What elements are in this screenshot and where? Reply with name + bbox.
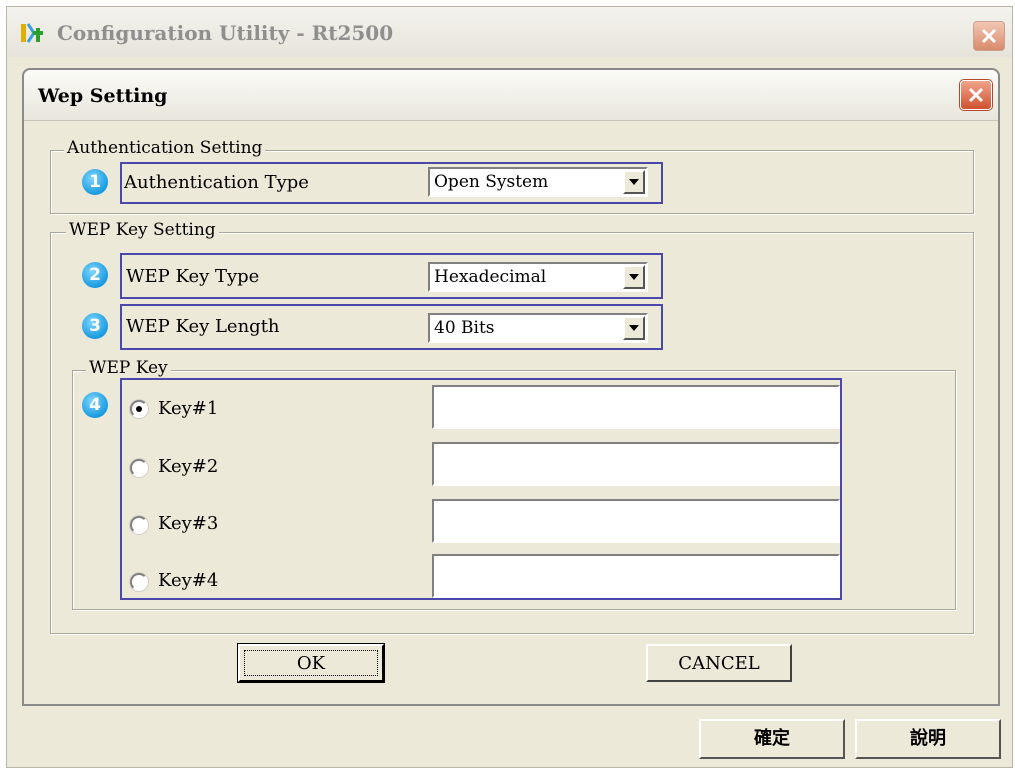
- wep-key-length-value: 40 Bits: [434, 318, 495, 338]
- help-button[interactable]: 說明: [855, 719, 1001, 759]
- key4-input[interactable]: [432, 554, 840, 598]
- chevron-down-icon: [629, 274, 639, 280]
- cancel-button-label: CANCEL: [678, 653, 760, 674]
- close-icon: [968, 87, 984, 103]
- wep-key-type-dropdown-button[interactable]: [623, 265, 645, 289]
- chevron-down-icon: [629, 179, 639, 185]
- dialog-close-button[interactable]: [960, 80, 992, 110]
- authentication-type-select[interactable]: Open System: [428, 167, 648, 197]
- key2-label: Key#2: [158, 456, 219, 477]
- key1-label: Key#1: [158, 398, 219, 419]
- app-icon: [21, 23, 43, 43]
- authentication-type-value: Open System: [434, 172, 549, 192]
- callout-badge-2: 2: [82, 262, 108, 288]
- radio-selected-dot: [136, 406, 142, 412]
- wep-key-length-select[interactable]: 40 Bits: [428, 313, 648, 343]
- ok-button-label: OK: [296, 653, 326, 674]
- outer-titlebar: Configuration Utility - Rt2500: [7, 7, 1012, 57]
- key1-input[interactable]: [432, 385, 840, 429]
- wep-setting-dialog: Wep Setting Authentication Setting 1 Aut…: [22, 68, 1000, 706]
- key3-input[interactable]: [432, 499, 840, 543]
- wep-key-type-label: WEP Key Type: [126, 266, 260, 287]
- wep-key-group-label: WEP Key: [86, 358, 171, 378]
- authentication-setting-label: Authentication Setting: [64, 138, 266, 158]
- wep-key-type-value: Hexadecimal: [434, 267, 547, 287]
- authentication-type-dropdown-button[interactable]: [623, 170, 645, 194]
- wep-key-length-dropdown-button[interactable]: [623, 316, 645, 340]
- key2-input[interactable]: [432, 442, 840, 486]
- wep-key-length-label: WEP Key Length: [126, 316, 280, 337]
- cancel-button[interactable]: CANCEL: [646, 644, 792, 682]
- key2-radio[interactable]: [130, 459, 148, 477]
- callout-badge-3: 3: [82, 313, 108, 339]
- wep-key-type-select[interactable]: Hexadecimal: [428, 262, 648, 292]
- outer-close-button[interactable]: [973, 21, 1005, 51]
- confirm-button[interactable]: 確定: [699, 719, 845, 759]
- key3-radio[interactable]: [130, 516, 148, 534]
- key4-radio[interactable]: [130, 573, 148, 591]
- outer-window-title: Configuration Utility - Rt2500: [57, 21, 394, 45]
- key4-label: Key#4: [158, 570, 219, 591]
- key1-radio[interactable]: [130, 400, 148, 418]
- ok-button[interactable]: OK: [238, 644, 384, 682]
- close-icon: [981, 28, 997, 44]
- wep-key-setting-label: WEP Key Setting: [66, 220, 219, 240]
- callout-badge-1: 1: [82, 169, 108, 195]
- callout-badge-4: 4: [82, 392, 108, 418]
- dialog-title: Wep Setting: [38, 85, 168, 107]
- key3-label: Key#3: [158, 513, 219, 534]
- chevron-down-icon: [629, 325, 639, 331]
- dialog-titlebar: Wep Setting: [24, 70, 998, 121]
- authentication-type-label: Authentication Type: [124, 172, 309, 193]
